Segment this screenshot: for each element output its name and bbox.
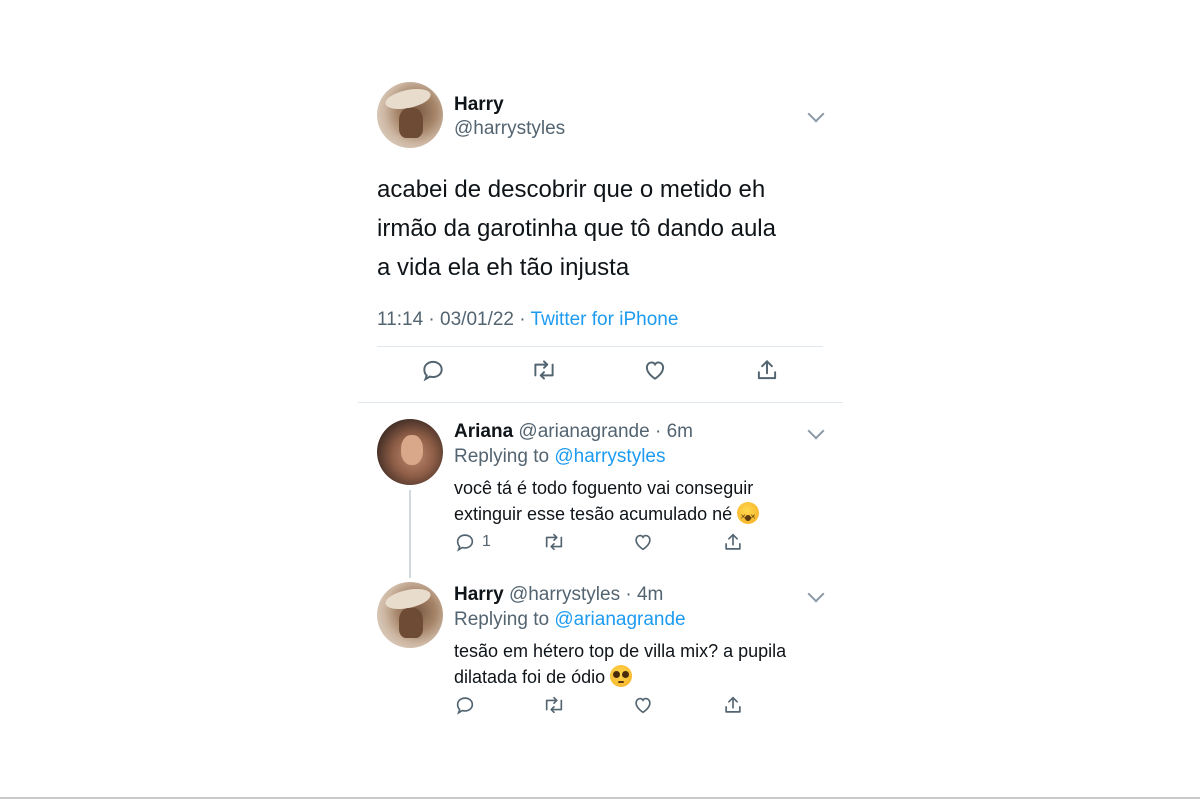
tweet-text-line: dilatada foi de ódio	[454, 664, 824, 690]
reply-button[interactable]	[454, 694, 476, 716]
reply-count: 1	[482, 533, 491, 550]
tweet-actions	[454, 694, 754, 720]
share-icon	[722, 531, 744, 553]
divider	[377, 346, 823, 347]
retweet-button[interactable]	[542, 531, 566, 553]
share-icon	[722, 694, 744, 716]
reply-header: Harry @harrystyles · 4m	[454, 584, 663, 606]
thread-line	[409, 490, 411, 578]
replying-to: Replying to @harrystyles	[454, 446, 666, 468]
tweet-age[interactable]: 6m	[667, 421, 693, 442]
author-handle[interactable]: @arianagrande	[518, 421, 649, 442]
like-button[interactable]	[632, 531, 654, 553]
separator	[358, 402, 843, 403]
author-name[interactable]: Harry	[454, 94, 504, 116]
author-name[interactable]: Harry	[454, 584, 504, 605]
tweet-text-line: você tá é todo foguento vai conseguir	[454, 478, 754, 498]
replying-mention[interactable]: @harrystyles	[554, 446, 665, 467]
replying-to: Replying to @arianagrande	[454, 609, 686, 631]
share-button[interactable]	[722, 531, 744, 553]
tweet-text-segment: dilatada foi de ódio	[454, 667, 606, 687]
bottom-rule	[0, 797, 1200, 799]
dizzy-face-emoji	[737, 502, 760, 531]
meta-dot: ·	[519, 309, 531, 330]
retweet-icon	[542, 531, 566, 553]
share-button[interactable]	[754, 357, 780, 383]
share-icon	[754, 357, 780, 383]
tweet-text: acabei de descobrir que o metido eh irmã…	[377, 170, 823, 287]
replying-mention[interactable]: @arianagrande	[554, 609, 685, 630]
tweet-date[interactable]: 03/01/22	[440, 309, 514, 330]
chevron-down-icon[interactable]	[807, 585, 825, 603]
replying-prefix: Replying to	[454, 609, 550, 630]
tweet-meta: 11:14 · 03/01/22 · Twitter for iPhone	[377, 309, 678, 331]
author-name[interactable]: Ariana	[454, 421, 513, 442]
retweet-button[interactable]	[530, 357, 558, 383]
heart-icon	[632, 694, 654, 716]
meta-dot: ·	[428, 309, 441, 330]
reply-icon	[454, 694, 476, 716]
retweet-button[interactable]	[542, 694, 566, 716]
chevron-down-icon[interactable]	[807, 422, 825, 440]
author-handle[interactable]: @harrystyles	[509, 584, 620, 605]
pleading-face-emoji	[610, 665, 633, 687]
meta-dot: ·	[620, 584, 637, 605]
tweet-text: você tá é todo foguento vai conseguir ex…	[454, 475, 824, 531]
tweet-actions	[377, 357, 823, 397]
tweet-text-line: irmão da garotinha que tô dando aula	[377, 215, 776, 242]
chevron-down-icon[interactable]	[807, 105, 825, 123]
share-button[interactable]	[722, 694, 744, 716]
replying-prefix: Replying to	[454, 446, 550, 467]
like-button[interactable]	[632, 694, 654, 716]
author-handle[interactable]: @harrystyles	[454, 118, 565, 140]
reply-icon	[420, 357, 446, 383]
avatar[interactable]	[377, 419, 443, 485]
tweet-text-segment: extinguir esse tesão acumulado né	[454, 504, 733, 524]
tweet-text-line: acabei de descobrir que o metido eh	[377, 176, 766, 203]
tweet-text-line: extinguir esse tesão acumulado né	[454, 501, 824, 531]
reply-header: Ariana @arianagrande · 6m	[454, 421, 693, 443]
tweet-source[interactable]: Twitter for iPhone	[531, 309, 679, 330]
meta-dot: ·	[649, 421, 667, 442]
reply-button[interactable]	[420, 357, 446, 383]
retweet-icon	[530, 357, 558, 383]
tweet-actions: 1	[454, 531, 754, 557]
retweet-icon	[542, 694, 566, 716]
avatar[interactable]	[377, 82, 443, 148]
avatar[interactable]	[377, 582, 443, 648]
like-button[interactable]	[642, 357, 668, 383]
reply-icon	[454, 531, 476, 553]
tweet-text-line: a vida ela eh tão injusta	[377, 254, 630, 281]
heart-icon	[642, 357, 668, 383]
reply-button[interactable]: 1	[454, 531, 491, 553]
tweet-text: tesão em hétero top de villa mix? a pupi…	[454, 638, 824, 690]
tweet-age[interactable]: 4m	[637, 584, 663, 605]
tweet-text-line: tesão em hétero top de villa mix? a pupi…	[454, 641, 787, 661]
heart-icon	[632, 531, 654, 553]
tweet-time[interactable]: 11:14	[377, 309, 423, 330]
